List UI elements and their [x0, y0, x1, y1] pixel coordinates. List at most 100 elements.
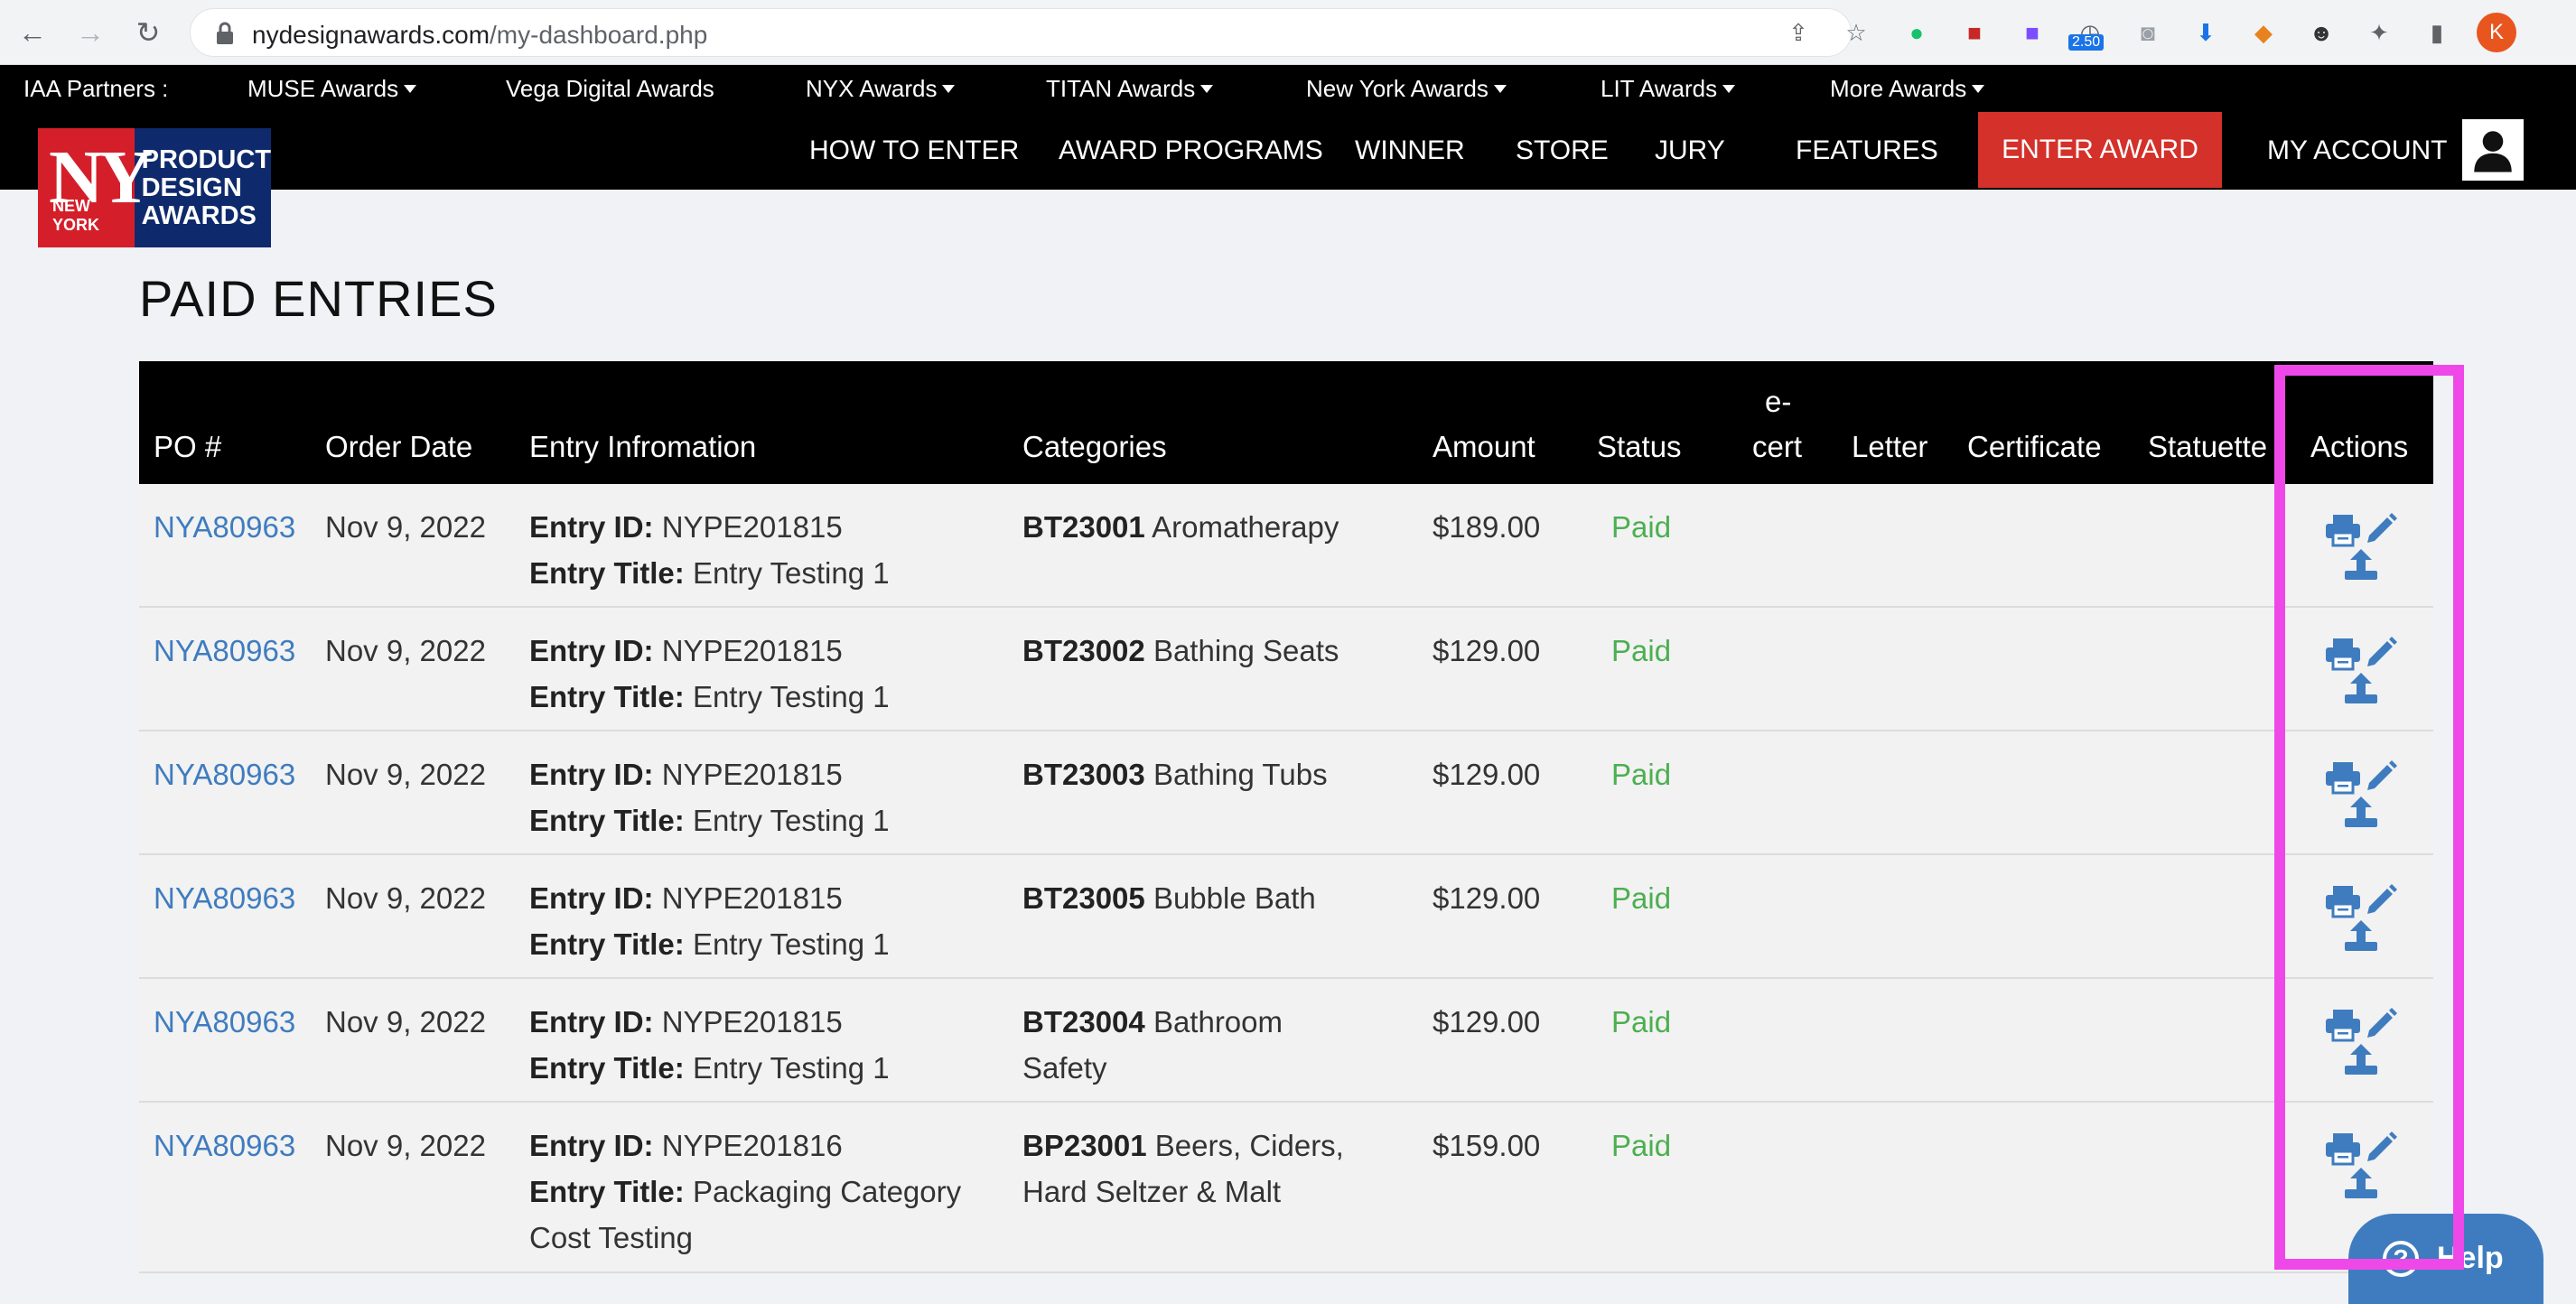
download-icon[interactable]: ⬇: [2188, 14, 2224, 51]
grammarly-icon[interactable]: ●: [1899, 14, 1935, 51]
entry-id-line: Entry ID: NYPE201815: [529, 999, 890, 1045]
header-status: Status: [1597, 430, 1682, 463]
entry-info: Entry ID: NYPE201816 Entry Title: Packag…: [529, 1122, 961, 1261]
extension-badge: 2.50: [2068, 34, 2105, 51]
caret-down-icon: [1493, 85, 1507, 93]
order-date: Nov 9, 2022: [325, 634, 486, 667]
table-header: PO # Order Date Entry Infromation Catego…: [139, 361, 2433, 484]
partner-link-nyx[interactable]: NYX Awards: [806, 75, 956, 103]
entry-title-line: Entry Title: Entry Testing 1: [529, 550, 890, 596]
po-link[interactable]: NYA80963: [154, 751, 295, 797]
entry-title: Entry Testing 1: [692, 680, 890, 713]
entry-info: Entry ID: NYPE201815 Entry Title: Entry …: [529, 875, 890, 967]
logo-line: PRODUCT: [141, 145, 271, 174]
caret-down-icon: [404, 85, 417, 93]
category-name: Bathing Seats: [1153, 634, 1339, 667]
amount: $129.00: [1433, 1005, 1541, 1039]
logo-line: DESIGN: [141, 173, 242, 202]
header-order-date: Order Date: [325, 430, 473, 463]
table-row: NYA80963 Nov 9, 2022 Entry ID: NYPE20181…: [139, 731, 2433, 855]
nav-store[interactable]: STORE: [1516, 135, 1609, 166]
partners-label: IAA Partners :: [23, 75, 169, 102]
actions-highlight-box: [2274, 365, 2464, 1270]
status-paid: Paid: [1611, 758, 1672, 791]
extensions-puzzle-icon[interactable]: ✦: [2361, 14, 2397, 51]
partner-link-muse[interactable]: MUSE Awards: [247, 75, 417, 103]
header-po: PO #: [154, 430, 222, 463]
partners-bar: IAA Partners : MUSE Awards Vega Digital …: [0, 65, 2576, 110]
metamask-icon[interactable]: ◆: [2245, 14, 2282, 51]
enter-award-button[interactable]: ENTER AWARD: [1978, 112, 2222, 188]
entry-id: NYPE201815: [661, 1005, 843, 1039]
media-extension-icon[interactable]: ■: [1956, 14, 1993, 51]
header-entry-info: Entry Infromation: [529, 430, 757, 463]
reload-icon[interactable]: ↻: [128, 13, 168, 52]
nav-my-account[interactable]: MY ACCOUNT: [2267, 135, 2447, 166]
partner-link-lit[interactable]: LIT Awards: [1601, 75, 1736, 103]
nav-jury[interactable]: JURY: [1655, 135, 1725, 166]
header-amount: Amount: [1433, 430, 1535, 463]
caret-down-icon: [1200, 85, 1214, 93]
entry-id-line: Entry ID: NYPE201816: [529, 1122, 961, 1169]
po-link[interactable]: NYA80963: [154, 1122, 295, 1169]
entry-title: Packaging Category: [692, 1175, 962, 1208]
entry-title: Entry Testing 1: [692, 927, 890, 961]
order-date: Nov 9, 2022: [325, 881, 486, 915]
entry-id-line: Entry ID: NYPE201815: [529, 628, 890, 674]
page-title: PAID ENTRIES: [139, 270, 498, 327]
entry-id: NYPE201815: [661, 758, 843, 791]
category-name: Beers, Ciders,: [1154, 1129, 1344, 1162]
address-bar[interactable]: nydesignawards.com/my-dashboard.php ⇪ ☆: [190, 8, 1867, 57]
entry-id-line: Entry ID: NYPE201815: [529, 875, 890, 921]
lock-icon: [217, 22, 233, 44]
bookmark-star-icon[interactable]: ☆: [1838, 14, 1874, 51]
logo-title-block: PRODUCT DESIGN AWARDS: [134, 128, 271, 247]
table-row: NYA80963 Nov 9, 2022 Entry ID: NYPE20181…: [139, 855, 2433, 979]
entry-title-label: Entry Title:: [529, 927, 685, 961]
camera-icon[interactable]: ◙: [2130, 14, 2166, 51]
forward-icon[interactable]: →: [70, 13, 110, 52]
partner-link-titan[interactable]: TITAN Awards: [1046, 75, 1214, 103]
entry-title-line: Entry Title: Entry Testing 1: [529, 921, 890, 967]
partner-link-more[interactable]: More Awards: [1830, 75, 1985, 103]
entry-id: NYPE201815: [661, 881, 843, 915]
entry-id-label: Entry ID:: [529, 1129, 654, 1162]
po-link[interactable]: NYA80963: [154, 628, 295, 674]
user-account-icon[interactable]: [2462, 119, 2524, 181]
caret-down-icon: [1722, 85, 1736, 93]
entry-title-continued: Cost Testing: [529, 1221, 693, 1254]
caret-down-icon: [1972, 85, 1985, 93]
category: BP23001 Beers, Ciders, Hard Seltzer & Ma…: [1022, 1122, 1344, 1215]
po-link[interactable]: NYA80963: [154, 999, 295, 1045]
category-code: BP23001: [1022, 1129, 1147, 1162]
category-line: BT23003 Bathing Tubs: [1022, 751, 1328, 797]
category: BT23003 Bathing Tubs: [1022, 751, 1328, 797]
partner-link-new-york[interactable]: New York Awards: [1306, 75, 1507, 103]
entry-id-line: Entry ID: NYPE201815: [529, 751, 890, 797]
nav-features[interactable]: FEATURES: [1796, 135, 1938, 166]
share-icon[interactable]: ⇪: [1780, 14, 1816, 51]
po-link[interactable]: NYA80963: [154, 504, 295, 550]
status-paid: Paid: [1611, 881, 1672, 915]
face-extension-icon[interactable]: ☻: [2303, 14, 2339, 51]
status-paid: Paid: [1611, 1005, 1672, 1039]
entry-id-label: Entry ID:: [529, 634, 654, 667]
order-date: Nov 9, 2022: [325, 758, 486, 791]
s-extension-icon[interactable]: ■: [2014, 14, 2050, 51]
nav-winner[interactable]: WINNER: [1355, 135, 1465, 166]
site-logo[interactable]: NY NEW YORK PRODUCT DESIGN AWARDS: [38, 128, 271, 247]
nav-how-to-enter[interactable]: HOW TO ENTER: [809, 135, 1019, 166]
entry-id-label: Entry ID:: [529, 881, 654, 915]
side-panel-icon[interactable]: ▮: [2419, 14, 2455, 51]
profile-avatar[interactable]: K: [2477, 13, 2516, 52]
back-icon[interactable]: ←: [13, 13, 52, 52]
entry-title-line: Entry Title: Entry Testing 1: [529, 674, 890, 720]
category-line: BT23005 Bubble Bath: [1022, 875, 1316, 921]
nav-award-programs[interactable]: AWARD PROGRAMS: [1059, 135, 1323, 166]
header-ecert: e-: [1765, 385, 1792, 418]
header-categories: Categories: [1022, 430, 1167, 463]
partner-link-vega[interactable]: Vega Digital Awards: [506, 75, 714, 103]
entry-id-label: Entry ID:: [529, 758, 654, 791]
po-link[interactable]: NYA80963: [154, 875, 295, 921]
amount: $129.00: [1433, 758, 1541, 791]
